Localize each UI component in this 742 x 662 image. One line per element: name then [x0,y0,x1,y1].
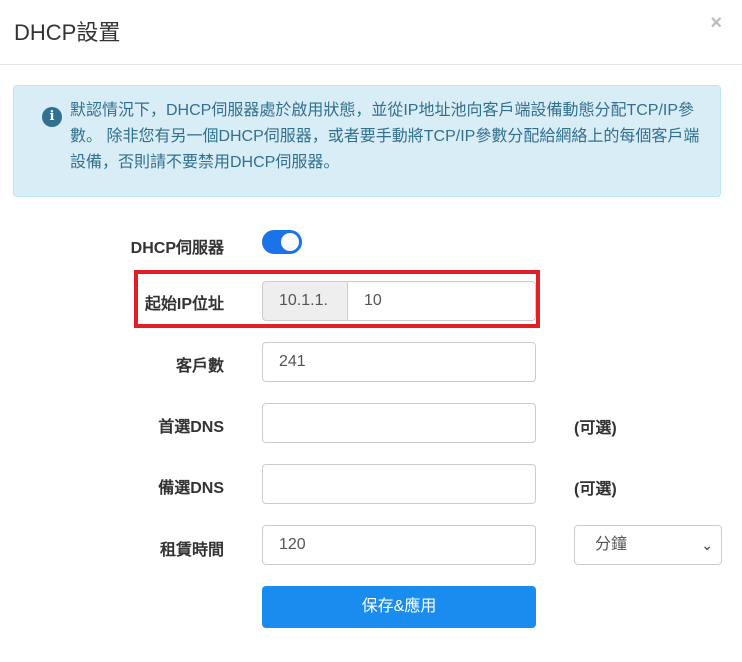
client-count-input[interactable]: 241 [262,342,536,382]
lease-time-input[interactable]: 120 [262,525,536,565]
start-ip-input[interactable]: 10 [347,281,536,321]
lease-time-label: 租賃時間 [159,542,224,559]
dhcp-server-toggle[interactable] [262,230,302,254]
info-icon: i [42,107,62,127]
dhcp-server-label: DHCP伺服器 [130,240,224,257]
lease-time-unit-select[interactable]: 分鐘 ⌄ [574,525,722,565]
dhcp-settings-modal: DHCP設置 × i 默認情況下，DHCP伺服器處於啟用狀態，並從IP地址池向客… [0,0,742,662]
secondary-dns-input[interactable] [262,464,536,504]
info-alert: i 默認情況下，DHCP伺服器處於啟用狀態，並從IP地址池向客戶端設備動態分配T… [13,85,721,197]
alert-text: 默認情況下，DHCP伺服器處於啟用狀態，並從IP地址池向客戶端設備動態分配TCP… [70,102,700,171]
start-ip-label: 起始IP位址 [144,296,224,313]
primary-dns-optional: (可選) [574,420,617,437]
chevron-down-icon: ⌄ [701,537,713,553]
save-apply-button[interactable]: 保存&應用 [262,586,536,628]
close-icon[interactable]: × [710,12,722,35]
secondary-dns-label: 備選DNS [158,480,224,497]
primary-dns-label: 首選DNS [158,419,224,436]
lease-time-unit-value: 分鐘 [595,536,628,553]
start-ip-prefix: 10.1.1. [262,281,348,321]
primary-dns-input[interactable] [262,403,536,443]
secondary-dns-optional: (可選) [574,481,617,498]
modal-header: DHCP設置 × [0,0,742,65]
toggle-knob [281,233,299,251]
modal-title: DHCP設置 [14,20,121,45]
client-count-label: 客戶數 [175,358,224,375]
